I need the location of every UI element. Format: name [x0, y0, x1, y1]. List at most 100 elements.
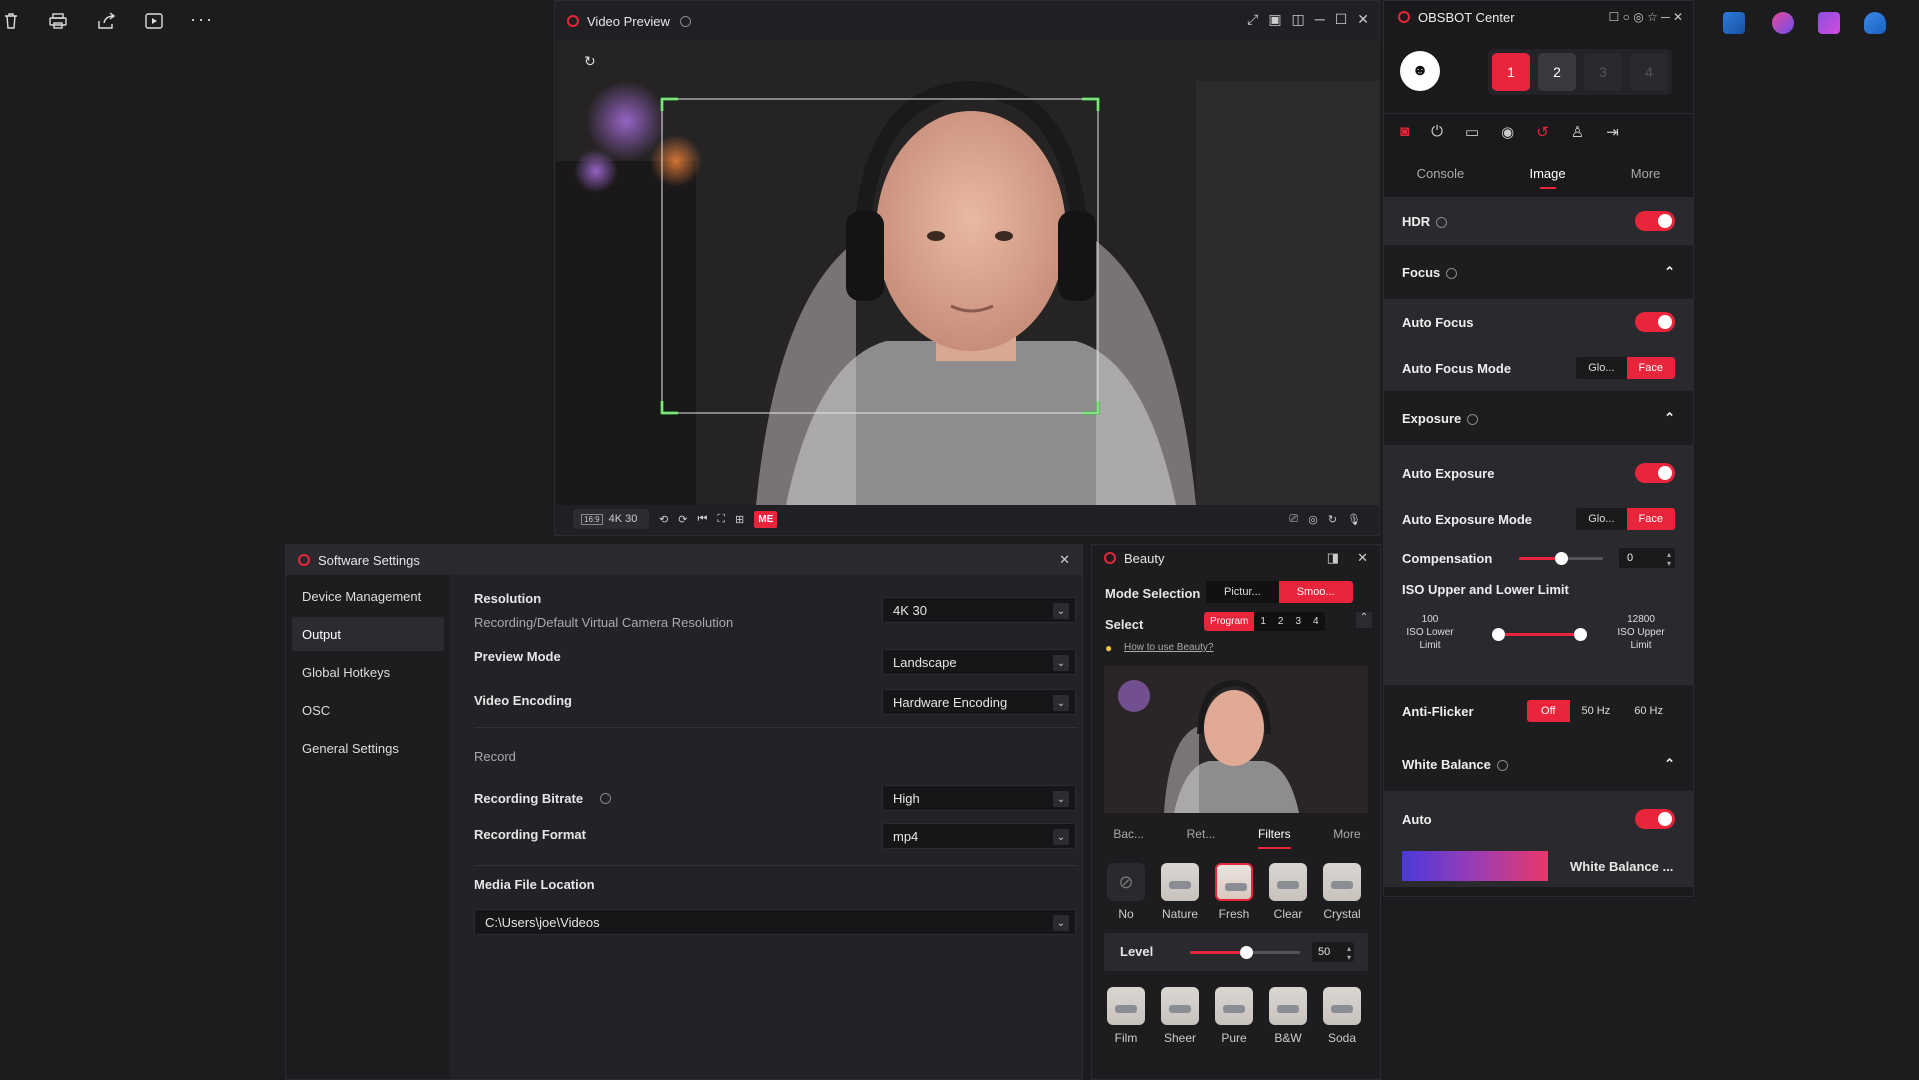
- select-2[interactable]: 2: [1272, 612, 1290, 631]
- video-feed[interactable]: ↻: [556, 41, 1380, 505]
- onedrive-icon[interactable]: [1864, 12, 1886, 34]
- focus-mode-global[interactable]: Glo...: [1576, 357, 1626, 379]
- trash-icon[interactable]: [2, 12, 24, 34]
- maximize-icon[interactable]: ☐: [1335, 11, 1348, 28]
- webcam-icon[interactable]: ◎: [1308, 513, 1318, 526]
- compensation-slider[interactable]: [1519, 551, 1603, 565]
- filter-pure[interactable]: Pure: [1214, 987, 1254, 1045]
- recording-bitrate-select[interactable]: High ⌄: [882, 785, 1076, 811]
- filter-film[interactable]: Film: [1106, 987, 1146, 1045]
- auto-focus-toggle[interactable]: [1635, 312, 1675, 332]
- sidebar-item-output[interactable]: Output: [292, 617, 444, 651]
- filter-crystal[interactable]: Crystal: [1322, 863, 1362, 921]
- window-pin-icon[interactable]: ☐ ○ ◎ ☆ ─ ✕: [1609, 10, 1683, 24]
- tab-retouch[interactable]: Ret...: [1187, 827, 1216, 849]
- how-to-use-beauty-link[interactable]: How to use Beauty?: [1124, 642, 1214, 653]
- white-balance-gradient[interactable]: [1402, 851, 1548, 881]
- info-icon[interactable]: [1496, 759, 1508, 771]
- anti-flicker-off[interactable]: Off: [1527, 700, 1570, 722]
- tab-more[interactable]: More: [1631, 166, 1661, 181]
- chevron-up-icon[interactable]: ⌃: [1356, 612, 1372, 628]
- tab-filters[interactable]: Filters: [1257, 827, 1291, 849]
- mode-picture[interactable]: Pictur...: [1206, 581, 1279, 603]
- resolution-badge[interactable]: 16:9 4K 30: [573, 509, 649, 529]
- tab-more[interactable]: More: [1333, 827, 1360, 849]
- sidebar-item-device-management[interactable]: Device Management: [292, 579, 444, 613]
- export-icon[interactable]: ⇥: [1606, 123, 1619, 141]
- preview-mode-select[interactable]: Landscape ⌄: [882, 649, 1076, 675]
- close-icon[interactable]: ✕: [1059, 552, 1070, 568]
- sidebar-item-general-settings[interactable]: General Settings: [292, 731, 444, 765]
- info-icon[interactable]: [1467, 413, 1479, 425]
- tracking-icon[interactable]: ↺: [1536, 123, 1549, 141]
- camera-icon[interactable]: ◙: [1400, 123, 1409, 140]
- app-icon-copilot[interactable]: [1772, 12, 1794, 34]
- rotate-right-icon[interactable]: ⟳: [678, 513, 687, 526]
- screen-icon[interactable]: ▭: [1465, 123, 1479, 141]
- frame-icon[interactable]: ⛶: [717, 513, 725, 526]
- user-icon[interactable]: ♙: [1571, 123, 1584, 141]
- exposure-mode-global[interactable]: Glo...: [1576, 508, 1626, 530]
- tab-console[interactable]: Console: [1417, 166, 1465, 181]
- sidebar-item-osc[interactable]: OSC: [292, 693, 444, 727]
- white-balance-section-header[interactable]: White Balance ⌃: [1384, 737, 1693, 791]
- anti-flicker-50hz[interactable]: 50 Hz: [1570, 700, 1623, 722]
- media-file-location-select[interactable]: C:\Users\joe\Videos ⌄: [474, 909, 1076, 935]
- exposure-section-header[interactable]: Exposure ⌃: [1384, 391, 1693, 445]
- level-slider[interactable]: [1190, 946, 1300, 959]
- info-icon[interactable]: [1446, 267, 1458, 279]
- popout-icon[interactable]: ◨: [1327, 550, 1339, 566]
- exposure-mode-face[interactable]: Face: [1626, 508, 1675, 530]
- anti-flicker-60hz[interactable]: 60 Hz: [1622, 700, 1675, 722]
- app-icon-clapper[interactable]: [1818, 12, 1840, 34]
- wb-auto-toggle[interactable]: [1635, 809, 1675, 829]
- play-icon[interactable]: [144, 12, 166, 34]
- mode-smooth[interactable]: Smoo...: [1278, 581, 1353, 603]
- camera-icon[interactable]: ⎚: [1289, 513, 1298, 526]
- power-icon[interactable]: ⏻: [1431, 123, 1443, 140]
- select-program[interactable]: Program: [1204, 612, 1255, 631]
- info-icon[interactable]: [600, 793, 611, 804]
- chevron-up-icon[interactable]: ⌃: [1664, 756, 1675, 772]
- minimize-icon[interactable]: ─: [1315, 11, 1325, 28]
- location-icon[interactable]: ◉: [1501, 123, 1514, 141]
- auto-exposure-toggle[interactable]: [1635, 463, 1675, 483]
- level-stepper[interactable]: 50 ▴ ▾: [1312, 942, 1354, 962]
- share-icon[interactable]: [96, 12, 118, 34]
- filter-nature[interactable]: Nature: [1160, 863, 1200, 921]
- skip-icon[interactable]: ⏮: [697, 513, 707, 526]
- rotate-left-icon[interactable]: ⟲: [659, 513, 668, 526]
- print-icon[interactable]: [48, 12, 70, 34]
- device-1-button[interactable]: 1: [1492, 53, 1530, 91]
- device-3-button[interactable]: 3: [1584, 53, 1622, 91]
- focus-mode-face[interactable]: Face: [1626, 357, 1675, 379]
- filter-clear[interactable]: Clear: [1268, 863, 1308, 921]
- single-view-icon[interactable]: ▣: [1268, 11, 1281, 28]
- fullscreen-icon[interactable]: ⤢: [1247, 11, 1258, 28]
- iso-range-slider[interactable]: [1492, 628, 1587, 641]
- app-icon-blue[interactable]: [1723, 12, 1745, 34]
- close-icon[interactable]: ✕: [1357, 550, 1368, 566]
- filter-fresh[interactable]: Fresh: [1214, 863, 1254, 921]
- filter-soda[interactable]: Soda: [1322, 987, 1362, 1045]
- filter-sheer[interactable]: Sheer: [1160, 987, 1200, 1045]
- resolution-select[interactable]: 4K 30 ⌄: [882, 597, 1076, 623]
- focus-section-header[interactable]: Focus ⌃: [1384, 245, 1693, 299]
- grid-icon[interactable]: ⊞: [735, 513, 744, 526]
- tab-image[interactable]: Image: [1529, 166, 1565, 181]
- select-4[interactable]: 4: [1307, 612, 1325, 631]
- info-icon[interactable]: [1436, 216, 1448, 228]
- chevron-up-icon[interactable]: ⌃: [1664, 264, 1675, 280]
- chevron-up-icon[interactable]: ⌃: [1664, 410, 1675, 426]
- video-encoding-select[interactable]: Hardware Encoding ⌄: [882, 689, 1076, 715]
- sidebar-item-global-hotkeys[interactable]: Global Hotkeys: [292, 655, 444, 689]
- tab-background[interactable]: Bac...: [1113, 827, 1144, 849]
- hdr-toggle[interactable]: [1635, 211, 1675, 231]
- me-badge[interactable]: ME: [754, 510, 778, 528]
- close-icon[interactable]: ✕: [1357, 11, 1369, 28]
- refresh-icon[interactable]: ↻: [584, 53, 596, 70]
- sync-icon[interactable]: ↻: [1328, 513, 1337, 526]
- split-view-icon[interactable]: ◫: [1292, 11, 1305, 28]
- select-3[interactable]: 3: [1289, 612, 1307, 631]
- filter-no[interactable]: ⊘ No: [1106, 863, 1146, 921]
